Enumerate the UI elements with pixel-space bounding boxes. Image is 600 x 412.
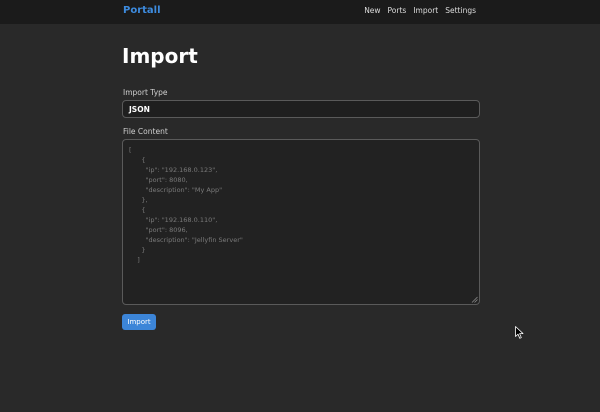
file-content-label: File Content [123, 127, 168, 136]
nav-link-settings[interactable]: Settings [445, 6, 476, 15]
import-type-value: JSON [129, 105, 150, 114]
nav-links: New Ports Import Settings [364, 6, 476, 15]
import-button[interactable]: Import [122, 314, 156, 330]
navbar: Portall New Ports Import Settings [0, 0, 600, 24]
nav-link-import[interactable]: Import [413, 6, 438, 15]
file-content-textarea[interactable]: [ { "ip": "192.168.0.123", "port": 8080,… [122, 139, 480, 305]
resize-grip-icon[interactable] [471, 296, 478, 303]
page-title: Import [122, 44, 198, 68]
nav-link-ports[interactable]: Ports [388, 6, 407, 15]
brand-link[interactable]: Portall [123, 5, 161, 16]
mouse-pointer-icon [515, 326, 524, 339]
nav-link-new[interactable]: New [364, 6, 380, 15]
import-type-label: Import Type [123, 88, 168, 97]
import-type-select[interactable]: JSON [122, 100, 480, 118]
file-content-placeholder: [ { "ip": "192.168.0.123", "port": 8080,… [129, 146, 243, 264]
